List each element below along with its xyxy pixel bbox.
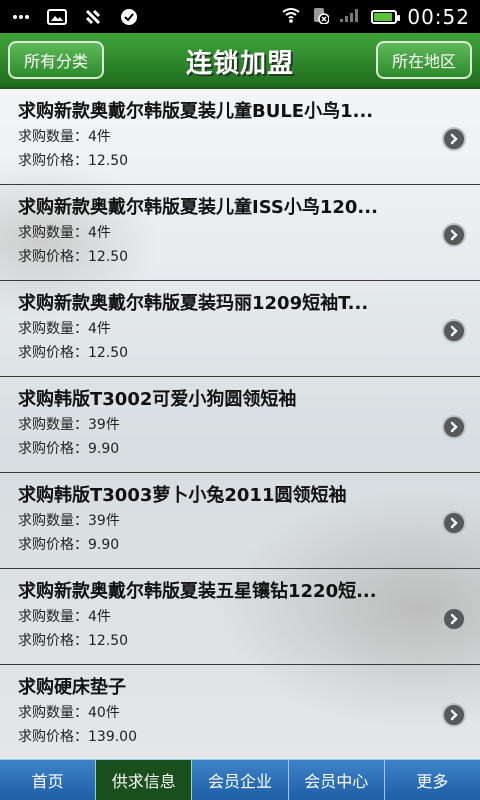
item-quantity-row: 求购数量：39件 — [18, 509, 462, 533]
item-price-row: 求购价格：9.90 — [18, 437, 462, 461]
item-title: 求购韩版T3003萝卜小兔2011圆领短袖 — [18, 485, 347, 506]
item-price-row: 求购价格：12.50 — [18, 245, 462, 269]
wifi-icon — [281, 7, 301, 27]
item-quantity-row: 求购数量：4件 — [18, 125, 462, 149]
status-bar: 00:52 — [0, 0, 480, 33]
item-title: 求购新款奥戴尔韩版夏装玛丽1209短袖T... — [18, 293, 369, 314]
list-item[interactable]: 求购韩版T3003萝卜小兔2011圆领短袖 求购数量：39件 求购价格：9.90 — [0, 473, 480, 569]
tab-member-center[interactable]: 会员中心 — [289, 760, 385, 800]
signal-icon — [339, 7, 361, 27]
list-item[interactable]: 求购硬床垫子 求购数量：40件 求购价格：139.00 — [0, 665, 480, 759]
status-right-icons: 00:52 — [281, 5, 470, 29]
usb-debug-icon — [82, 7, 104, 27]
more-icon — [10, 7, 32, 27]
item-price-row: 求购价格：139.00 — [18, 725, 462, 749]
item-title: 求购新款奥戴尔韩版夏装儿童ISS小鸟120... — [18, 197, 378, 218]
quantity-label: 求购数量： — [18, 417, 88, 433]
price-value: 12.50 — [88, 345, 129, 361]
item-price-row: 求购价格：12.50 — [18, 149, 462, 173]
quantity-label: 求购数量： — [18, 321, 88, 337]
price-value: 139.00 — [88, 729, 137, 745]
item-price-row: 求购价格：12.50 — [18, 629, 462, 653]
app-header: 所有分类 连锁加盟 所在地区 — [0, 33, 480, 89]
tab-more[interactable]: 更多 — [385, 760, 480, 800]
item-quantity-row: 求购数量：4件 — [18, 317, 462, 341]
tab-home-label: 首页 — [31, 772, 64, 791]
quantity-value: 4件 — [88, 225, 111, 241]
battery-level-fill — [374, 12, 392, 21]
quantity-label: 求购数量： — [18, 225, 88, 241]
item-title: 求购新款奥戴尔韩版夏装五星镶钻1220短... — [18, 581, 377, 602]
list-item[interactable]: 求购韩版T3002可爱小狗圆领短袖 求购数量：39件 求购价格：9.90 — [0, 377, 480, 473]
item-price-row: 求购价格：9.90 — [18, 533, 462, 557]
tab-supply-demand[interactable]: 供求信息 — [96, 760, 193, 800]
item-quantity-row: 求购数量：4件 — [18, 221, 462, 245]
tab-supply-demand-label: 供求信息 — [111, 772, 176, 791]
tab-member-companies[interactable]: 会员企业 — [192, 760, 289, 800]
chevron-right-icon[interactable] — [442, 703, 466, 727]
check-circle-icon — [118, 7, 140, 27]
location-label: 所在地区 — [391, 52, 456, 71]
price-label: 求购价格： — [18, 633, 88, 649]
all-categories-button[interactable]: 所有分类 — [8, 41, 105, 79]
list-item[interactable]: 求购新款奥戴尔韩版夏装玛丽1209短袖T... 求购数量：4件 求购价格：12.… — [0, 281, 480, 377]
price-value: 9.90 — [88, 537, 120, 553]
quantity-label: 求购数量： — [18, 129, 88, 145]
price-value: 12.50 — [88, 633, 129, 649]
price-value: 12.50 — [88, 249, 129, 265]
item-quantity-row: 求购数量：40件 — [18, 701, 462, 725]
chevron-right-icon[interactable] — [442, 127, 466, 151]
quantity-value: 39件 — [88, 417, 120, 433]
chevron-right-icon[interactable] — [442, 223, 466, 247]
list-item[interactable]: 求购新款奥戴尔韩版夏装五星镶钻1220短... 求购数量：4件 求购价格：12.… — [0, 569, 480, 665]
chevron-right-icon[interactable] — [442, 607, 466, 631]
quantity-value: 4件 — [88, 609, 111, 625]
bottom-nav: 首页 供求信息 会员企业 会员中心 更多 — [0, 759, 480, 800]
quantity-label: 求购数量： — [18, 705, 88, 721]
item-title: 求购韩版T3002可爱小狗圆领短袖 — [18, 389, 297, 410]
list-item[interactable]: 求购新款奥戴尔韩版夏装儿童ISS小鸟120... 求购数量：4件 求购价格：12… — [0, 185, 480, 281]
quantity-value: 4件 — [88, 321, 111, 337]
page-title: 连锁加盟 — [185, 48, 294, 79]
price-label: 求购价格： — [18, 729, 88, 745]
price-label: 求购价格： — [18, 441, 88, 457]
image-icon — [46, 7, 68, 27]
list-item[interactable]: 求购新款奥戴尔韩版夏装儿童BULE小鸟1... 求购数量：4件 求购价格：12.… — [0, 89, 480, 185]
price-label: 求购价格： — [18, 249, 88, 265]
price-label: 求购价格： — [18, 153, 88, 169]
battery-icon — [371, 9, 401, 24]
price-value: 12.50 — [88, 153, 129, 169]
chevron-right-icon[interactable] — [442, 415, 466, 439]
price-label: 求购价格： — [18, 345, 88, 361]
demand-list[interactable]: 求购新款奥戴尔韩版夏装儿童BULE小鸟1... 求购数量：4件 求购价格：12.… — [0, 89, 480, 759]
item-title: 求购硬床垫子 — [18, 677, 126, 698]
item-title: 求购新款奥戴尔韩版夏装儿童BULE小鸟1... — [18, 101, 374, 122]
item-quantity-row: 求购数量：4件 — [18, 605, 462, 629]
tab-member-center-label: 会员中心 — [304, 772, 369, 791]
price-value: 9.90 — [88, 441, 120, 457]
quantity-label: 求购数量： — [18, 609, 88, 625]
all-categories-label: 所有分类 — [24, 52, 89, 71]
tab-member-companies-label: 会员企业 — [208, 772, 273, 791]
item-quantity-row: 求购数量：39件 — [18, 413, 462, 437]
status-left-icons — [10, 7, 140, 27]
tab-home[interactable]: 首页 — [0, 760, 97, 800]
quantity-value: 39件 — [88, 513, 120, 529]
chevron-right-icon[interactable] — [442, 511, 466, 535]
quantity-value: 40件 — [88, 705, 120, 721]
location-button[interactable]: 所在地区 — [375, 41, 472, 79]
quantity-value: 4件 — [88, 129, 111, 145]
tab-more-label: 更多 — [416, 772, 449, 791]
status-time: 00:52 — [407, 4, 470, 29]
chevron-right-icon[interactable] — [442, 319, 466, 343]
item-price-row: 求购价格：12.50 — [18, 341, 462, 365]
price-label: 求购价格： — [18, 537, 88, 553]
no-sim-icon — [311, 6, 331, 28]
quantity-label: 求购数量： — [18, 513, 88, 529]
